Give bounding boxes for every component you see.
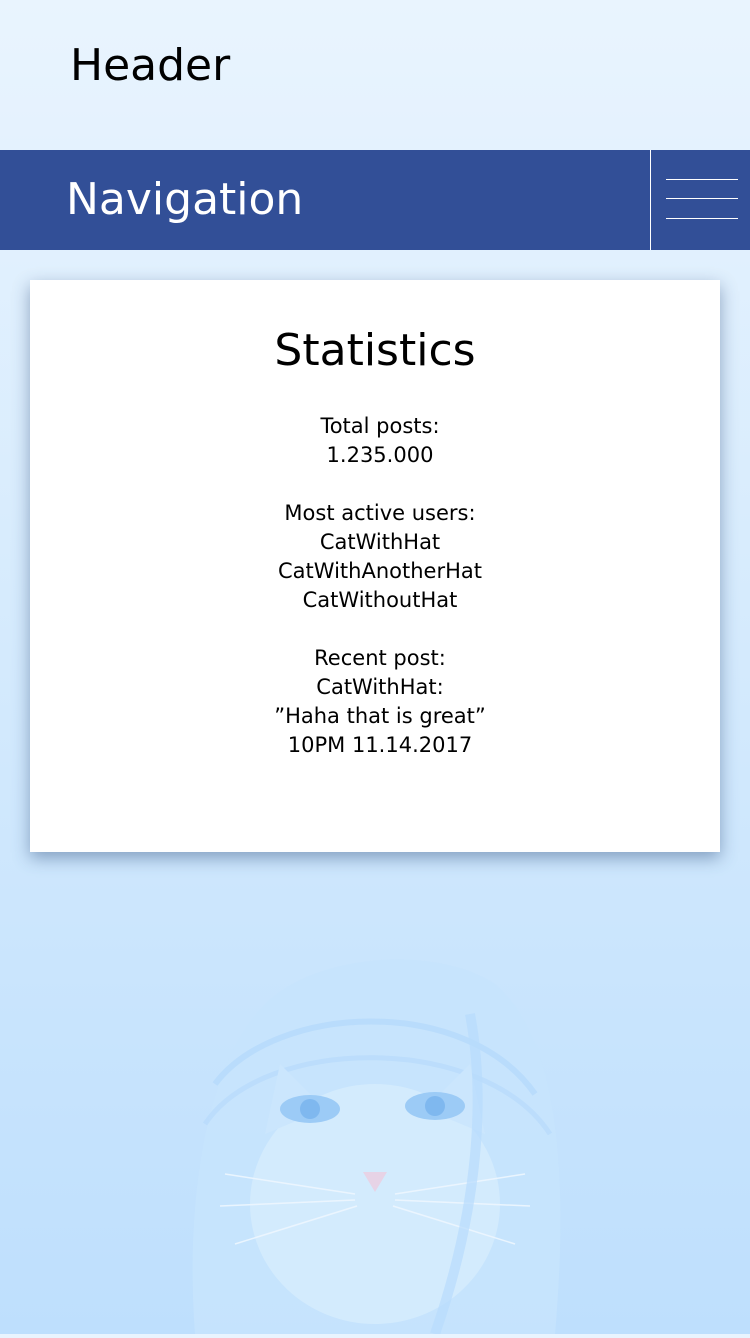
header-title: Header	[70, 40, 231, 91]
recent-post-author[interactable]: CatWithHat:	[30, 673, 730, 702]
most-active-users-group: Most active users: CatWithHat CatWithAno…	[30, 499, 730, 615]
total-posts-group: Total posts: 1.235.000	[30, 412, 730, 470]
total-posts-value: 1.235.000	[326, 443, 434, 467]
statistics-card: Statistics Total posts: 1.235.000 Most a…	[30, 280, 720, 852]
user-link[interactable]: CatWithHat	[30, 528, 730, 557]
recent-post-group: Recent post: CatWithHat: ”Haha that is g…	[30, 644, 730, 760]
page-header: Header	[0, 0, 750, 150]
navigation-bar: Navigation	[0, 150, 750, 250]
user-link[interactable]: CatWithoutHat	[30, 586, 730, 615]
statistics-body: Total posts: 1.235.000 Most active users…	[30, 412, 730, 789]
recent-post-time: 10PM 11.14.2017	[287, 733, 473, 757]
total-posts-label: Total posts:	[320, 414, 440, 438]
recent-post-label: Recent post:	[314, 646, 446, 670]
recent-post-text[interactable]: ”Haha that is great”	[30, 702, 730, 731]
cat-with-hat-illustration	[185, 944, 565, 1336]
navigation-title[interactable]: Navigation	[66, 172, 303, 228]
menu-button[interactable]	[650, 150, 750, 250]
statistics-title: Statistics	[274, 325, 476, 376]
user-link[interactable]: CatWithAnotherHat	[30, 557, 730, 586]
most-active-users-label: Most active users:	[284, 501, 476, 525]
